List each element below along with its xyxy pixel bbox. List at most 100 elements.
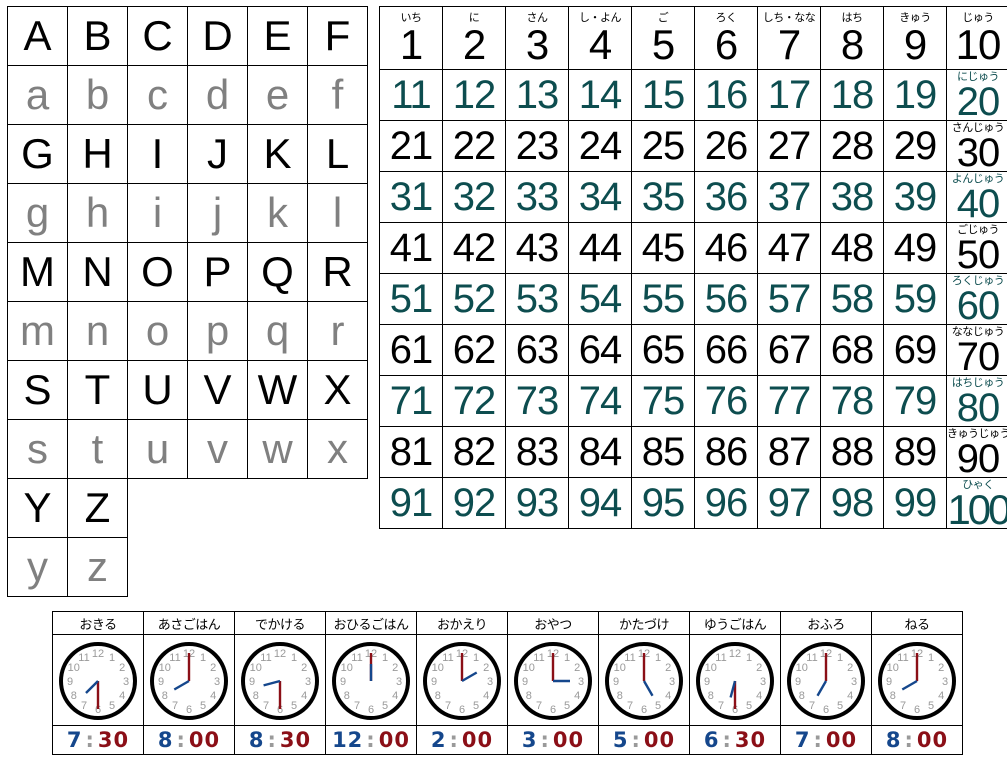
number-value: 93: [515, 481, 559, 525]
clock-numeral: 10: [68, 662, 80, 674]
alphabet-cell-empty: [127, 537, 188, 597]
number-value: 47: [767, 226, 811, 270]
alphabet-cell-h: h: [67, 183, 128, 243]
number-cell-42: 42: [442, 222, 506, 274]
clock-numeral: 10: [523, 662, 535, 674]
alphabet-cell-k: k: [247, 183, 308, 243]
number-cell-86: 86: [694, 426, 758, 478]
number-value: 65: [641, 328, 685, 372]
clock-face: 123456789101112: [423, 642, 501, 720]
clock-numeral: 9: [886, 676, 892, 688]
clock-numeral: 10: [341, 662, 353, 674]
digital-time-value: 8:00: [886, 728, 948, 752]
number-cell-80: はちじゅう 80: [946, 375, 1007, 428]
digital-minute: 00: [188, 728, 221, 752]
digital-colon: :: [722, 728, 732, 752]
alphabet-cell-Z: Z: [67, 478, 128, 538]
clock-numeral: 7: [81, 700, 87, 712]
number-cell-52: 52: [442, 273, 506, 325]
clock-numeral: 11: [624, 652, 635, 664]
alphabet-row: GHIJKL: [7, 124, 368, 184]
clock-numeral: 10: [796, 662, 808, 674]
number-cell-3: さん 3: [505, 6, 569, 70]
number-value: 68: [830, 328, 874, 372]
alphabet-cell-i: i: [127, 183, 188, 243]
alphabet-cell-A: A: [7, 6, 68, 66]
number-value: 35: [641, 175, 685, 219]
number-value: 81: [389, 430, 433, 474]
alphabet-cell-T: T: [67, 360, 128, 420]
clock-numeral: 9: [431, 676, 437, 688]
schedule-clock-cell: 123456789101112: [416, 634, 508, 726]
schedule-activity-label: おきる: [52, 611, 144, 635]
clock-numeral: 1: [655, 652, 661, 664]
number-value: 25: [641, 124, 685, 168]
alphabet-cell-B: B: [67, 6, 128, 66]
clock-numeral: 3: [760, 676, 766, 688]
schedule-clock-cell: 123456789101112: [143, 634, 235, 726]
number-value: 39: [893, 175, 937, 219]
alphabet-cell-q: q: [247, 301, 308, 361]
number-cell-77: 77: [757, 375, 821, 427]
clock-face: 123456789101112: [787, 642, 865, 720]
number-value: 3: [525, 20, 549, 68]
number-cell-84: 84: [568, 426, 632, 478]
number-value: 64: [578, 328, 622, 372]
number-row: 21 22 23 24 25 26 27 28 29 さんじゅう 30: [379, 120, 1007, 175]
number-cell-46: 46: [694, 222, 758, 274]
number-cell-7: しち・なな 7: [757, 6, 821, 70]
clock-numeral: 10: [887, 662, 899, 674]
number-value: 28: [830, 124, 874, 168]
clock-numeral: 2: [665, 662, 671, 674]
number-value: 62: [452, 328, 496, 372]
number-cell-61: 61: [379, 324, 443, 376]
schedule-activity-label: ゆうごはん: [689, 611, 781, 635]
clock-face: 123456789101112: [332, 642, 410, 720]
number-cell-90: きゅうじゅう 90: [946, 426, 1007, 479]
number-value: 66: [704, 328, 748, 372]
clock-numeral: 11: [897, 652, 908, 664]
number-value: 86: [704, 430, 748, 474]
number-value: 94: [578, 481, 622, 525]
digital-time-value: 8:30: [249, 728, 311, 752]
number-value: 1: [399, 20, 423, 68]
schedule-clock-row: 1234567891011121234567891011121234567891…: [52, 634, 963, 726]
clock-numeral: 5: [837, 700, 843, 712]
number-value: 85: [641, 430, 685, 474]
number-row: 11 12 13 14 15 16 17 18 19 にじゅう 20: [379, 69, 1007, 122]
digital-minute: 30: [279, 728, 312, 752]
clock-wrapper: 123456789101112: [53, 637, 143, 725]
number-value: 63: [515, 328, 559, 372]
number-value: 16: [704, 73, 748, 117]
digital-time-value: 5:00: [613, 728, 675, 752]
number-cell-26: 26: [694, 120, 758, 172]
schedule-table-body: おきる あさごはん でかける おひるごはん おかえり おやつ かたづけ ゆうごはん おふろ ねる 1…: [52, 611, 963, 755]
clock-numeral: 8: [617, 690, 623, 702]
number-cell-12: 12: [442, 69, 506, 121]
alphabet-cell-empty: [247, 537, 308, 597]
clock-numeral: 10: [432, 662, 444, 674]
number-value: 34: [578, 175, 622, 219]
number-value: 87: [767, 430, 811, 474]
schedule-digital-time: 8:00: [143, 725, 235, 755]
number-value: 15: [641, 73, 685, 117]
number-cell-1: いち 1: [379, 6, 443, 70]
clock-numeral: 6: [459, 704, 465, 716]
digital-minute: 00: [643, 728, 676, 752]
number-value: 83: [515, 430, 559, 474]
alphabet-cell-b: b: [67, 65, 128, 125]
number-value: 30: [956, 131, 1001, 175]
clock-numeral: 3: [123, 676, 129, 688]
alphabet-cell-N: N: [67, 242, 128, 302]
number-cell-67: 67: [757, 324, 821, 376]
number-value: 43: [515, 226, 559, 270]
clock-numeral: 8: [890, 690, 896, 702]
number-cell-53: 53: [505, 273, 569, 325]
digital-colon: :: [176, 728, 186, 752]
schedule-activity-label: ねる: [871, 611, 963, 635]
alphabet-cell-U: U: [127, 360, 188, 420]
number-cell-16: 16: [694, 69, 758, 121]
number-value: 69: [893, 328, 937, 372]
clock-numeral: 1: [200, 652, 206, 664]
number-value: 50: [956, 233, 1001, 277]
